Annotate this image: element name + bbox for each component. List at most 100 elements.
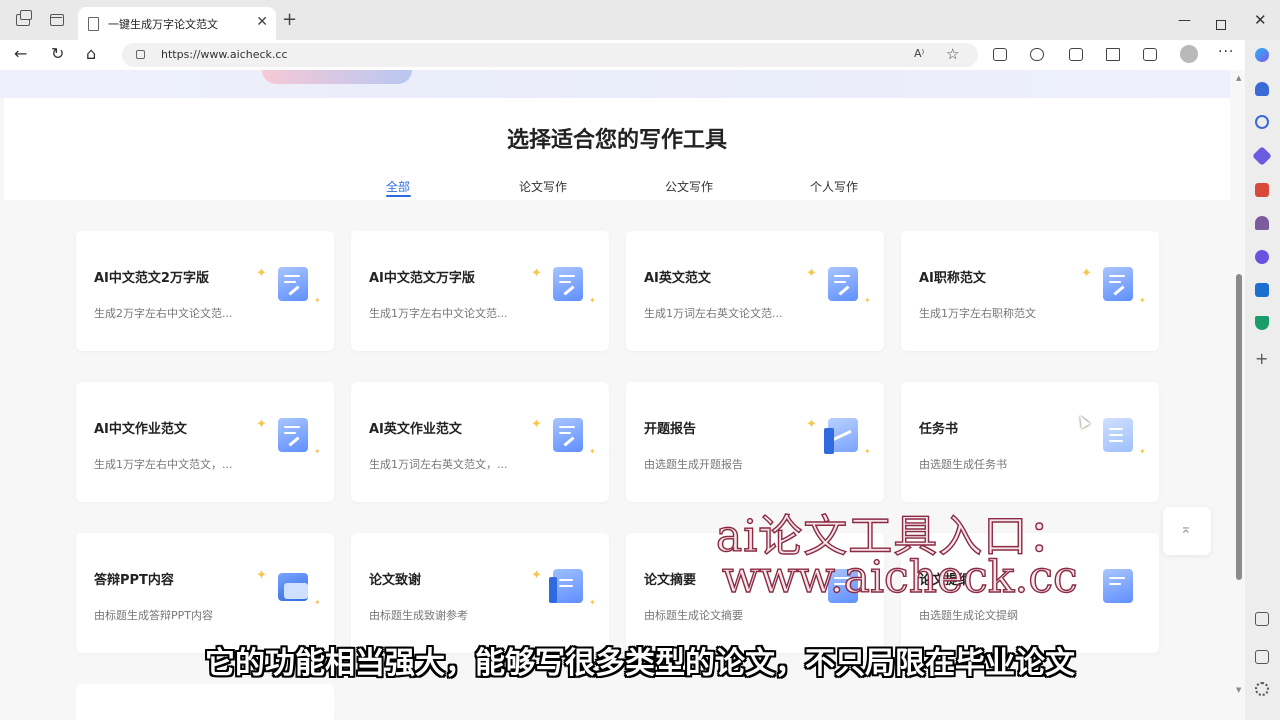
tool-card[interactable]: AI职称范文 生成1万字左右职称范文 ✦ ✦: [901, 231, 1159, 351]
card-description: 由选题生成任务书: [919, 458, 1007, 471]
tab-title: 一键生成万字论文范文: [108, 18, 218, 31]
back-to-top-button[interactable]: ⌅: [1163, 507, 1211, 555]
scroll-up-icon[interactable]: ▲: [1236, 74, 1241, 82]
document-icon: [549, 418, 583, 454]
user-icon[interactable]: [1255, 216, 1269, 230]
puzzle-icon[interactable]: [1030, 48, 1044, 61]
add-sidebar-icon[interactable]: +: [1255, 349, 1268, 368]
tool-card[interactable]: AI英文作业范文 生成1万词左右英文范文，... ✦ ✦: [351, 382, 609, 502]
web-icon[interactable]: [1255, 316, 1269, 330]
sparkle-icon: ✦: [256, 417, 267, 432]
toolbar: ← ↻ ⌂ https://www.aicheck.cc A⁾ ☆ ···: [0, 40, 1245, 70]
copilot-icon[interactable]: [1255, 48, 1269, 62]
tab-actions-icon[interactable]: [50, 14, 64, 26]
bell-icon[interactable]: [1255, 82, 1269, 96]
settings-gear-icon[interactable]: [1255, 682, 1269, 696]
sparkle-icon: ✦: [314, 447, 321, 456]
card-description: 生成1万字左右中文范文，...: [94, 458, 233, 471]
reload-icon[interactable]: ↻: [51, 44, 64, 64]
collections-icon[interactable]: [1143, 48, 1157, 61]
tool-card[interactable]: 开题报告 由选题生成开题报告 ✦ ✦: [626, 382, 884, 502]
tool-card-partial[interactable]: [76, 684, 334, 720]
card-title: 开题报告: [644, 422, 697, 437]
web-page: 选择适合您的写作工具 全部 论文写作 公文写作 个人写作 AI中文范文2万字版 …: [0, 70, 1245, 720]
tool-card[interactable]: 答辩PPT内容 由标题生成答辩PPT内容 ✦ ✦: [76, 533, 334, 653]
document-icon: [824, 267, 858, 303]
task-list-icon: [1099, 418, 1133, 454]
sparkle-icon: ✦: [864, 447, 871, 456]
scroll-down-icon[interactable]: ▼: [1236, 686, 1241, 694]
thanks-letter-icon: [549, 569, 583, 605]
favorite-star-icon[interactable]: ☆: [946, 45, 959, 63]
presentation-icon: [274, 569, 308, 605]
tag-icon[interactable]: [1252, 146, 1272, 166]
tool-card[interactable]: 论文致谢 由标题生成致谢参考 ✦ ✦: [351, 533, 609, 653]
screenshot-icon[interactable]: [1255, 612, 1269, 626]
sparkle-icon: ✦: [531, 417, 542, 432]
document-icon: [274, 418, 308, 454]
card-title: 论文摘要: [644, 573, 697, 588]
maximize-icon[interactable]: [1216, 20, 1226, 30]
tab-all[interactable]: 全部: [386, 178, 410, 195]
tool-card[interactable]: AI英文范文 生成1万词左右英文论文范... ✦ ✦: [626, 231, 884, 351]
home-icon[interactable]: ⌂: [86, 44, 96, 64]
workspaces-icon[interactable]: [16, 10, 32, 26]
card-title: AI英文作业范文: [369, 422, 462, 437]
back-icon[interactable]: ←: [14, 44, 27, 64]
profile-avatar[interactable]: [1180, 45, 1198, 63]
close-tab-icon[interactable]: ✕: [256, 14, 268, 30]
edge-sidebar: +: [1245, 40, 1280, 720]
document-icon: [549, 267, 583, 303]
hero-banner-bottom: [0, 70, 1230, 98]
card-description: 生成2万字左右中文论文范...: [94, 307, 233, 320]
tool-card[interactable]: AI中文范文万字版 生成1万字左右中文论文范... ✦ ✦: [351, 231, 609, 351]
sparkle-icon: ✦: [256, 568, 267, 583]
games-icon[interactable]: [1255, 250, 1269, 264]
active-tab-indicator: [386, 195, 411, 197]
sparkle-icon: ✦: [589, 296, 596, 305]
address-bar[interactable]: https://www.aicheck.cc A⁾ ☆: [122, 43, 978, 67]
tool-card[interactable]: AI中文范文2万字版 生成2万字左右中文论文范... ✦ ✦: [76, 231, 334, 351]
scroll-thumb[interactable]: [1236, 274, 1242, 580]
url-text[interactable]: https://www.aicheck.cc: [161, 48, 288, 61]
tab-personal-writing[interactable]: 个人写作: [810, 178, 858, 195]
outlook-icon[interactable]: [1255, 283, 1269, 297]
card-description: 由选题生成论文提纲: [919, 609, 1018, 622]
section-title: 选择适合您的写作工具: [506, 128, 727, 153]
sparkle-icon: ✦: [589, 447, 596, 456]
favorites-icon[interactable]: [1106, 48, 1120, 61]
sparkle-icon: ✦: [806, 266, 817, 281]
card-title: 任务书: [919, 422, 959, 437]
search-icon[interactable]: [1255, 115, 1269, 129]
browser-tab[interactable]: 一键生成万字论文范文 ✕: [78, 7, 276, 40]
sparkle-icon: ✦: [1139, 447, 1146, 456]
sparkle-icon: ✦: [531, 266, 542, 281]
tab-thesis-writing[interactable]: 论文写作: [519, 178, 567, 195]
sparkle-icon: ✦: [256, 266, 267, 281]
card-title: AI职称范文: [919, 271, 986, 286]
chart-report-icon: [824, 418, 858, 454]
new-tab-icon[interactable]: +: [282, 11, 297, 29]
read-aloud-icon[interactable]: A⁾: [914, 47, 924, 60]
more-menu-icon[interactable]: ···: [1218, 44, 1234, 60]
card-title: AI中文范文2万字版: [94, 271, 209, 286]
tool-card[interactable]: AI中文作业范文 生成1万字左右中文范文，... ✦ ✦: [76, 382, 334, 502]
card-description: 由标题生成论文摘要: [644, 609, 743, 622]
document-icon: [274, 267, 308, 303]
card-description: 由标题生成致谢参考: [369, 609, 468, 622]
card-title: AI中文作业范文: [94, 422, 187, 437]
lock-icon[interactable]: [136, 50, 145, 59]
close-window-icon[interactable]: ✕: [1254, 11, 1267, 29]
card-description: 生成1万词左右英文论文范...: [644, 307, 783, 320]
card-description: 生成1万字左右职称范文: [919, 307, 1036, 320]
split-screen-icon[interactable]: [1069, 48, 1083, 61]
page-icon: [88, 17, 99, 31]
minimize-icon[interactable]: —: [1178, 13, 1191, 28]
toolbox-icon[interactable]: [1255, 183, 1269, 197]
sparkle-icon: ✦: [864, 296, 871, 305]
extensions-icon[interactable]: [993, 48, 1007, 61]
tab-official-writing[interactable]: 公文写作: [665, 178, 713, 195]
scrollbar[interactable]: ▲ ▼: [1234, 70, 1245, 720]
sparkle-icon: ✦: [806, 417, 817, 432]
tool-card[interactable]: 任务书 由选题生成任务书 ✦ ✦: [901, 382, 1159, 502]
